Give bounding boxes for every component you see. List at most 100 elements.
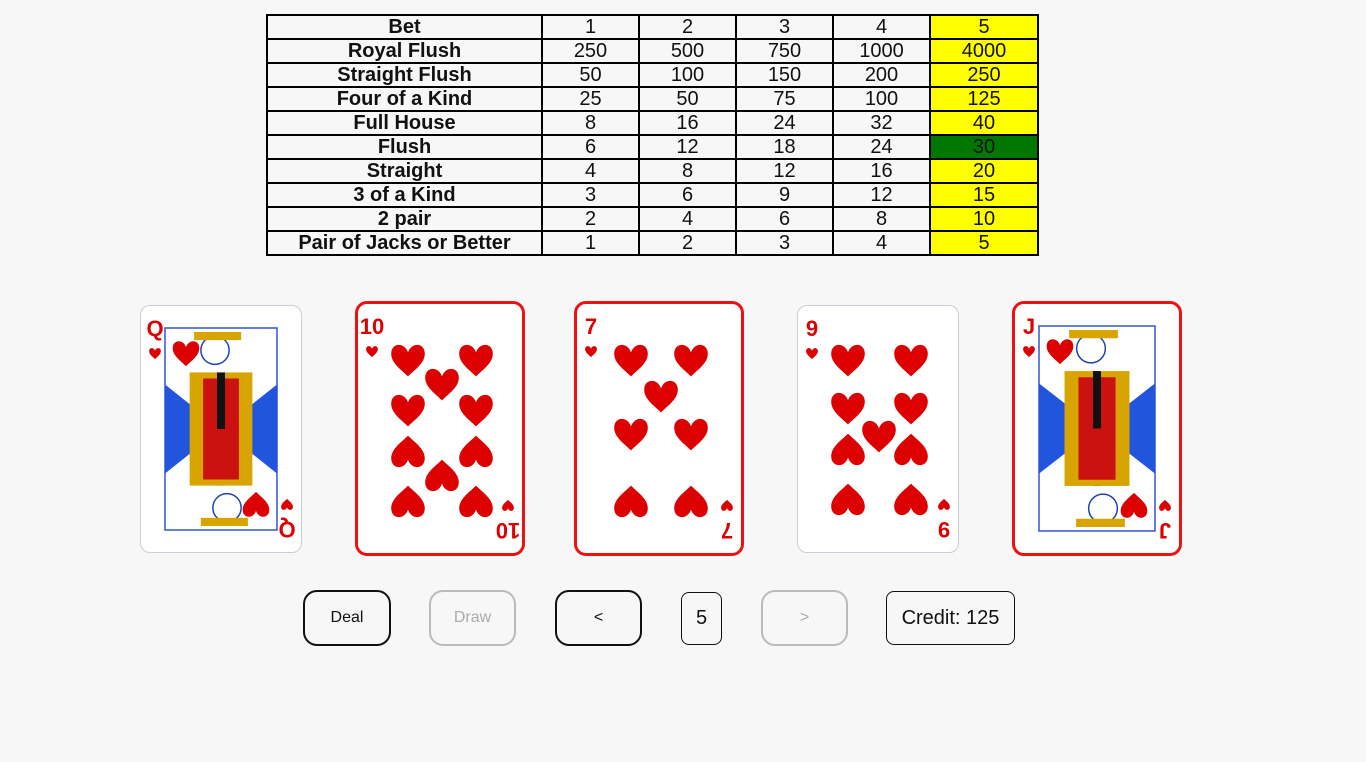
paytable-row: Four of a Kind 25 50 75 100 125 — [266, 86, 1039, 112]
paytable-cell: 3 — [735, 230, 834, 256]
heart-pip-icon — [831, 344, 865, 377]
heart-pip-icon — [425, 459, 459, 492]
playing-card[interactable]: 77 — [574, 301, 744, 556]
heart-pip-icon — [391, 485, 425, 518]
paytable-cell: 2 — [638, 14, 737, 40]
heart-pip-icon — [614, 418, 648, 451]
paytable-cell: 8 — [541, 110, 640, 136]
playing-card[interactable]: 10 10 — [355, 301, 525, 556]
paytable-selected-cell: 30 — [929, 134, 1039, 160]
playing-card[interactable]: 99 — [797, 305, 959, 553]
heart-pip-icon — [459, 394, 493, 427]
card-face: 77 — [585, 314, 733, 543]
paytable-row: Straight 4 8 12 16 20 — [266, 158, 1039, 184]
paytable-header-row: Bet 1 2 3 4 5 — [266, 14, 1039, 40]
credit-display: Credit: 125 — [886, 591, 1015, 645]
paytable-cell: 18 — [735, 134, 834, 160]
bet-amount: 5 — [681, 592, 722, 645]
paytable-cell: 750 — [735, 38, 834, 64]
increase-bet-button[interactable]: > — [761, 590, 848, 646]
paytable-hand-label: Pair of Jacks or Better — [266, 230, 543, 256]
paytable-cell: 50 — [541, 62, 640, 88]
heart-suit-icon — [806, 348, 818, 360]
heart-pip-icon — [425, 368, 459, 401]
paytable-cell: 4 — [832, 14, 931, 40]
heart-pip-icon — [894, 392, 928, 425]
heart-suit-icon — [721, 499, 733, 511]
heart-pip-icon — [894, 433, 928, 466]
paytable-row: Royal Flush 250 500 750 1000 4000 — [266, 38, 1039, 64]
decrease-bet-button[interactable]: < — [555, 590, 642, 646]
paytable-hand-label: Royal Flush — [266, 38, 543, 64]
card-rank: 9 — [938, 517, 950, 542]
heart-pip-icon — [614, 344, 648, 377]
paytable-hand-label: 2 pair — [266, 206, 543, 232]
card-face: 10 10 — [360, 314, 520, 543]
heart-suit-icon — [1023, 346, 1035, 358]
heart-pip-icon — [674, 418, 708, 451]
paytable-cell: 9 — [735, 182, 834, 208]
card-rank: Q — [278, 517, 295, 542]
paytable-cell: 25 — [541, 86, 640, 112]
paytable-selected-cell: 15 — [929, 182, 1039, 208]
heart-pip-icon — [391, 394, 425, 427]
paytable-cell: 8 — [638, 158, 737, 184]
paytable-selected-cell: 40 — [929, 110, 1039, 136]
paytable-cell: 6 — [638, 182, 737, 208]
heart-pip-icon — [459, 344, 493, 377]
heart-pip-icon — [674, 485, 708, 518]
paytable-selected-cell: 125 — [929, 86, 1039, 112]
paytable-cell: 100 — [832, 86, 931, 112]
paytable-selected-cell: 20 — [929, 158, 1039, 184]
paytable-row: 3 of a Kind 3 6 9 12 15 — [266, 182, 1039, 208]
paytable-cell: 1 — [541, 230, 640, 256]
paytable-row: Pair of Jacks or Better 1 2 3 4 5 — [266, 230, 1039, 256]
paytable-row: Straight Flush 50 100 150 200 250 — [266, 62, 1039, 88]
paytable-cell: 500 — [638, 38, 737, 64]
card-rank: 9 — [806, 316, 818, 341]
paytable-cell: 16 — [832, 158, 931, 184]
paytable-cell: 50 — [638, 86, 737, 112]
card-rank: 10 — [360, 314, 384, 339]
paytable-hand-label: Full House — [266, 110, 543, 136]
paytable-cell: 2 — [638, 230, 737, 256]
paytable-cell: 150 — [735, 62, 834, 88]
paytable-hand-label: Bet — [266, 14, 543, 40]
card-rank: J — [1023, 314, 1035, 339]
card-rank: 7 — [721, 518, 733, 543]
playing-card[interactable]: JJ — [1012, 301, 1182, 556]
paytable-row: Flush 6 12 18 24 30 — [266, 134, 1039, 160]
heart-pip-icon — [391, 435, 425, 468]
paytable-cell: 1000 — [832, 38, 931, 64]
heart-pip-icon — [831, 392, 865, 425]
paytable-cell: 12 — [832, 182, 931, 208]
paytable-row: 2 pair 2 4 6 8 10 — [266, 206, 1039, 232]
paytable-cell: 2 — [541, 206, 640, 232]
paytable-cell: 6 — [735, 206, 834, 232]
heart-pip-icon — [894, 344, 928, 377]
heart-pip-icon — [459, 435, 493, 468]
paytable-selected-cell: 10 — [929, 206, 1039, 232]
card-face: 99 — [806, 316, 950, 542]
playing-card[interactable]: QQ — [140, 305, 302, 553]
heart-suit-icon — [938, 498, 950, 510]
heart-pip-icon — [644, 380, 678, 413]
heart-suit-icon — [585, 346, 597, 358]
paytable-row: Full House 8 16 24 32 40 — [266, 110, 1039, 136]
heart-suit-icon — [502, 499, 514, 511]
heart-suit-icon — [149, 348, 161, 360]
paytable-cell: 4 — [832, 230, 931, 256]
heart-suit-icon — [1159, 499, 1171, 511]
card-face: JJ — [1023, 314, 1171, 543]
paytable-hand-label: Four of a Kind — [266, 86, 543, 112]
paytable-selected-cell: 5 — [929, 14, 1039, 40]
card-rank: J — [1159, 518, 1171, 543]
paytable-hand-label: Flush — [266, 134, 543, 160]
paytable: Bet 1 2 3 4 5 Royal Flush 250 500 750 1000 4000 Stra… — [266, 14, 1039, 256]
paytable-cell: 8 — [832, 206, 931, 232]
heart-suit-icon — [366, 346, 378, 358]
draw-button[interactable]: Draw — [429, 590, 516, 646]
paytable-selected-cell: 4000 — [929, 38, 1039, 64]
deal-button[interactable]: Deal — [303, 590, 391, 646]
card-rank: 10 — [496, 518, 520, 543]
